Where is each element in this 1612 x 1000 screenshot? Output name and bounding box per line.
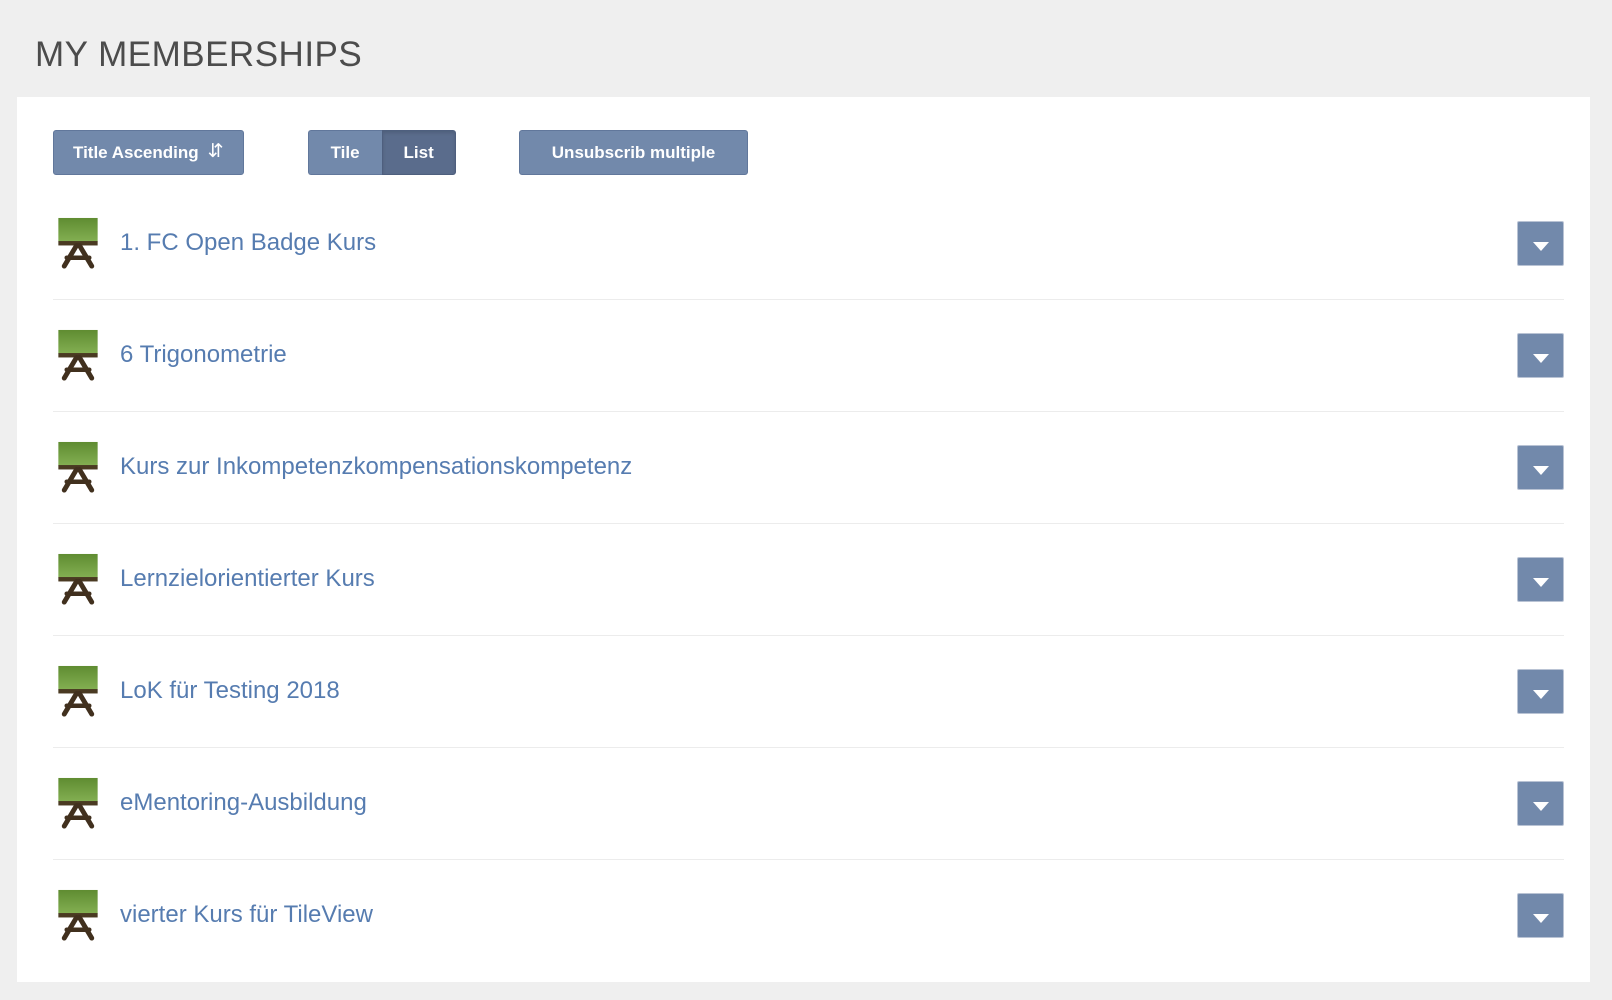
caret-down-icon bbox=[1532, 241, 1549, 251]
content-panel: Title Ascending ⇵ Tile List Unsubscrib m… bbox=[17, 97, 1590, 982]
course-list: 1. FC Open Badge Kurs 6 Trigonometrie Ku… bbox=[53, 187, 1564, 971]
course-title-link[interactable]: vierter Kurs für TileView bbox=[120, 901, 373, 930]
row-menu-dropdown-button[interactable] bbox=[1517, 781, 1564, 826]
course-chalkboard-icon bbox=[56, 776, 100, 831]
course-row: Kurs zur Inkompetenzkompensationskompete… bbox=[53, 411, 1564, 523]
course-chalkboard-icon bbox=[56, 664, 100, 719]
course-row: 6 Trigonometrie bbox=[53, 299, 1564, 411]
course-title-link[interactable]: 6 Trigonometrie bbox=[120, 341, 287, 370]
page-title: MY MEMBERSHIPS bbox=[35, 35, 363, 74]
course-row: vierter Kurs für TileView bbox=[53, 859, 1564, 971]
row-menu-dropdown-button[interactable] bbox=[1517, 669, 1564, 714]
course-chalkboard-icon bbox=[56, 328, 100, 383]
caret-down-icon bbox=[1532, 354, 1549, 363]
course-title-link[interactable]: Lernzielorientierter Kurs bbox=[120, 565, 375, 594]
view-toggle: Tile List bbox=[307, 130, 456, 175]
page-header: MY MEMBERSHIPS bbox=[0, 0, 1612, 97]
course-title-link[interactable]: 1. FC Open Badge Kurs bbox=[120, 229, 376, 258]
course-row: LoK für Testing 2018 bbox=[53, 635, 1564, 747]
course-row: eMentoring-Ausbildung bbox=[53, 747, 1564, 859]
course-title-link[interactable]: Kurs zur Inkompetenzkompensationskompete… bbox=[120, 453, 632, 482]
caret-down-icon bbox=[1532, 578, 1549, 587]
list-view-button[interactable]: List bbox=[381, 130, 456, 175]
course-chalkboard-icon bbox=[56, 552, 100, 607]
course-chalkboard-icon bbox=[56, 216, 100, 271]
course-row: 1. FC Open Badge Kurs bbox=[53, 187, 1564, 299]
sort-button[interactable]: Title Ascending ⇵ bbox=[53, 130, 244, 175]
unsubscribe-multiple-button[interactable]: Unsubscrib multiple bbox=[518, 130, 749, 175]
course-title-link[interactable]: LoK für Testing 2018 bbox=[120, 677, 340, 706]
tile-view-button[interactable]: Tile bbox=[307, 130, 382, 175]
caret-down-icon bbox=[1532, 914, 1549, 923]
row-menu-dropdown-button[interactable] bbox=[1517, 333, 1564, 378]
caret-down-icon bbox=[1532, 802, 1549, 811]
caret-down-icon bbox=[1532, 690, 1549, 699]
course-row: Lernzielorientierter Kurs bbox=[53, 523, 1564, 635]
course-chalkboard-icon bbox=[56, 888, 100, 943]
toolbar: Title Ascending ⇵ Tile List Unsubscrib m… bbox=[53, 130, 1564, 175]
row-menu-dropdown-button[interactable] bbox=[1517, 893, 1564, 938]
sort-ascending-descending-icon: ⇵ bbox=[207, 140, 224, 162]
course-chalkboard-icon bbox=[56, 440, 100, 495]
caret-down-icon bbox=[1532, 466, 1549, 475]
sort-button-label: Title Ascending bbox=[73, 142, 199, 162]
row-menu-dropdown-button[interactable] bbox=[1517, 220, 1564, 266]
course-title-link[interactable]: eMentoring-Ausbildung bbox=[120, 789, 367, 818]
row-menu-dropdown-button[interactable] bbox=[1517, 557, 1564, 602]
row-menu-dropdown-button[interactable] bbox=[1517, 445, 1564, 490]
